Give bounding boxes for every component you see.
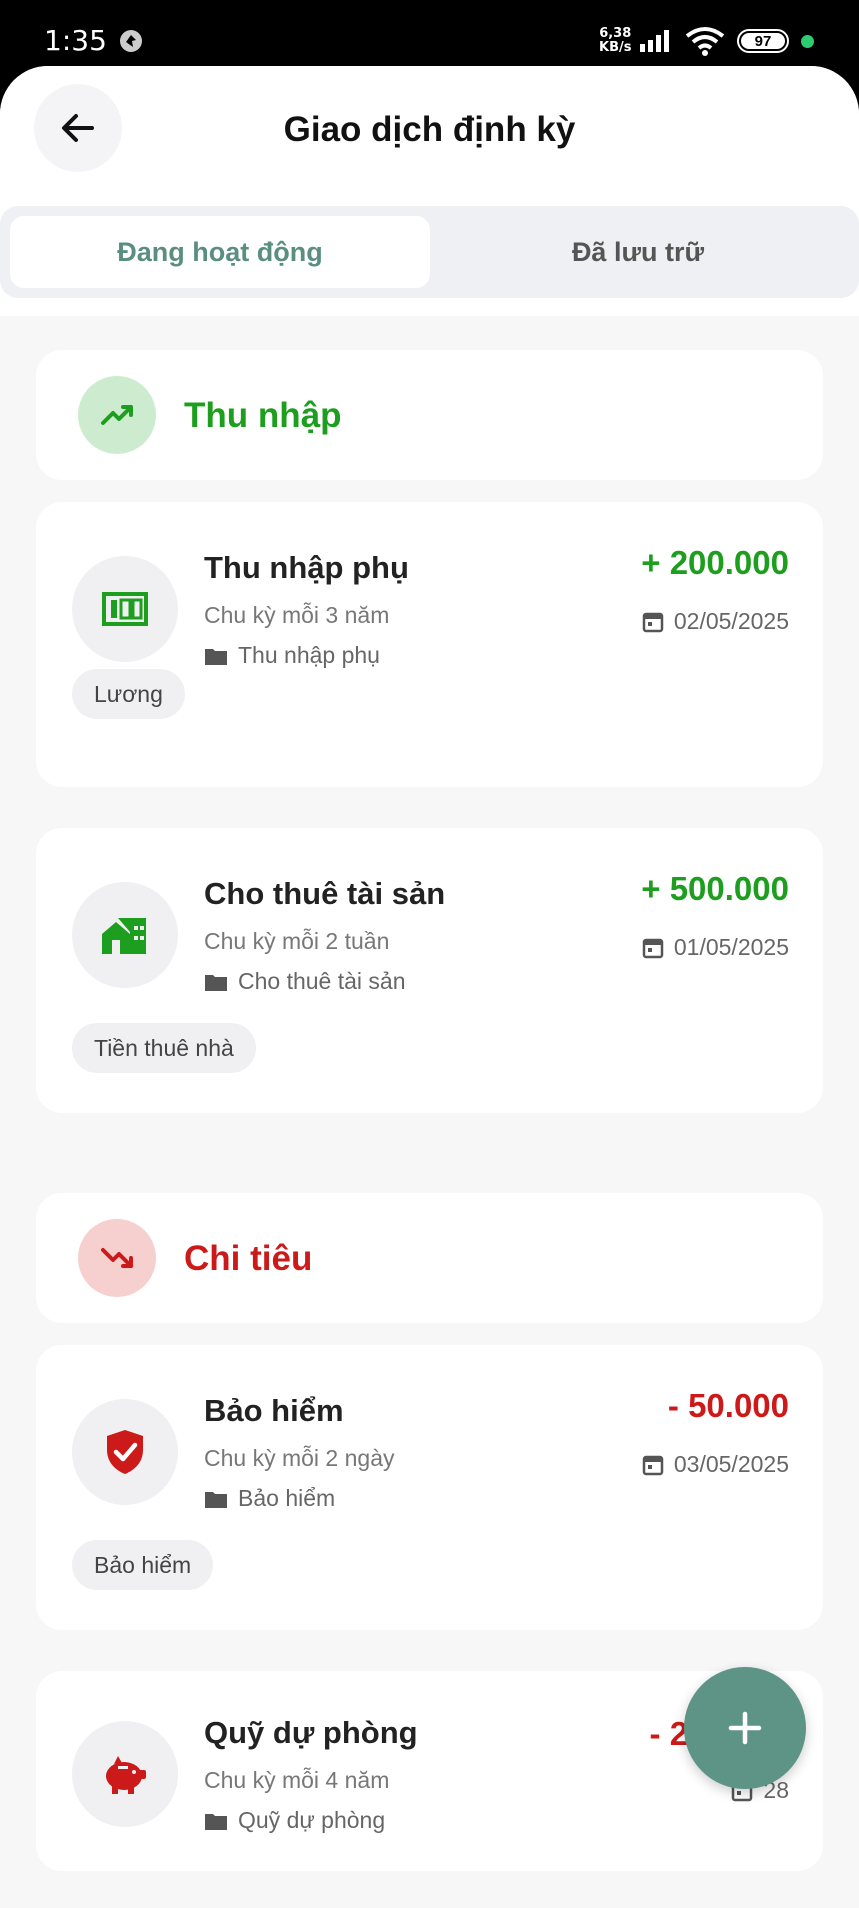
status-bar: 1:35 6,38 KB/s 97 <box>0 0 859 70</box>
card-tag: Lương <box>72 669 185 719</box>
house-rent-icon <box>72 882 178 988</box>
card-title: Quỹ dự phòng <box>204 1715 418 1750</box>
card-category-label: Bảo hiểm <box>238 1485 336 1511</box>
card-cycle: Chu kỳ mỗi 2 ngày <box>204 1445 395 1471</box>
add-transaction-button[interactable] <box>684 1667 806 1789</box>
tab-active[interactable]: Đang hoạt động <box>10 216 430 288</box>
status-time: 1:35 <box>44 24 107 57</box>
card-date-value: 03/05/2025 <box>673 1451 789 1477</box>
trending-up-icon <box>78 376 156 454</box>
card-category: Quỹ dự phòng <box>204 1807 385 1834</box>
battery-level: 97 <box>754 32 772 50</box>
tab-bar: Đang hoạt động Đã lưu trữ <box>0 206 859 298</box>
card-category-label: Thu nhập phụ <box>238 642 380 668</box>
battery-indicator: 97 <box>737 29 789 53</box>
card-title: Bảo hiểm <box>204 1393 344 1428</box>
calendar-icon <box>642 612 664 632</box>
tab-archived[interactable]: Đã lưu trữ <box>428 216 848 288</box>
card-title: Cho thuê tài sản <box>204 876 446 911</box>
network-speed-value: 6,38 <box>599 26 632 41</box>
folder-icon <box>205 1491 227 1508</box>
plus-icon <box>728 1711 762 1745</box>
signal-icon <box>640 30 669 52</box>
card-amount: - 50.000 <box>667 1387 789 1424</box>
transaction-card[interactable]: Cho thuê tài sản Chu kỳ mỗi 2 tuần Cho t… <box>36 828 823 1113</box>
app-screen: Giao dịch định kỳ Đang hoạt động Đã lưu … <box>0 66 859 1908</box>
network-speed: 6,38 KB/s <box>599 27 631 55</box>
transaction-card[interactable]: Bảo hiểm Chu kỳ mỗi 2 ngày Bảo hiểm - 50… <box>36 1345 823 1630</box>
card-tag: Tiền thuê nhà <box>72 1023 256 1073</box>
shield-check-icon <box>72 1399 178 1505</box>
folder-icon <box>205 1813 227 1830</box>
piggy-bank-icon <box>72 1721 178 1827</box>
card-category: Cho thuê tài sản <box>204 968 406 995</box>
calendar-icon <box>642 938 664 958</box>
card-category-label: Quỹ dự phòng <box>238 1807 386 1833</box>
card-date: 02/05/2025 <box>642 608 789 635</box>
calendar-icon <box>642 1455 664 1475</box>
page-title: Giao dịch định kỳ <box>283 110 576 149</box>
header: Giao dịch định kỳ Đang hoạt động Đã lưu … <box>0 66 859 316</box>
transaction-card[interactable]: Thu nhập phụ Chu kỳ mỗi 3 năm Thu nhập p… <box>36 502 823 787</box>
card-date: 01/05/2025 <box>642 934 789 961</box>
card-title: Thu nhập phụ <box>204 550 409 585</box>
card-date: 03/05/2025 <box>642 1451 789 1478</box>
card-cycle: Chu kỳ mỗi 3 năm <box>204 602 390 628</box>
section-title-income: Thu nhập <box>184 396 342 435</box>
wifi-icon <box>685 27 725 56</box>
network-speed-unit: KB/s <box>599 40 632 55</box>
trending-down-icon <box>78 1219 156 1297</box>
card-category: Bảo hiểm <box>204 1485 335 1512</box>
card-cycle: Chu kỳ mỗi 4 năm <box>204 1767 390 1793</box>
card-amount: + 500.000 <box>641 870 789 907</box>
card-date-value: 01/05/2025 <box>673 934 789 960</box>
card-cycle: Chu kỳ mỗi 2 tuần <box>204 928 390 954</box>
card-tag: Bảo hiểm <box>72 1540 214 1590</box>
card-amount: + 200.000 <box>641 544 789 581</box>
folder-icon <box>205 974 227 991</box>
card-category: Thu nhập phụ <box>204 642 380 669</box>
folder-icon <box>205 648 227 665</box>
cash-icon <box>72 556 178 662</box>
section-header-expense: Chi tiêu <box>36 1193 823 1323</box>
card-date-value: 02/05/2025 <box>673 608 789 634</box>
app-notification-icon <box>120 30 142 52</box>
privacy-dot <box>801 35 814 48</box>
card-category-label: Cho thuê tài sản <box>238 968 406 994</box>
section-header-income: Thu nhập <box>36 350 823 480</box>
section-title-expense: Chi tiêu <box>184 1239 313 1278</box>
